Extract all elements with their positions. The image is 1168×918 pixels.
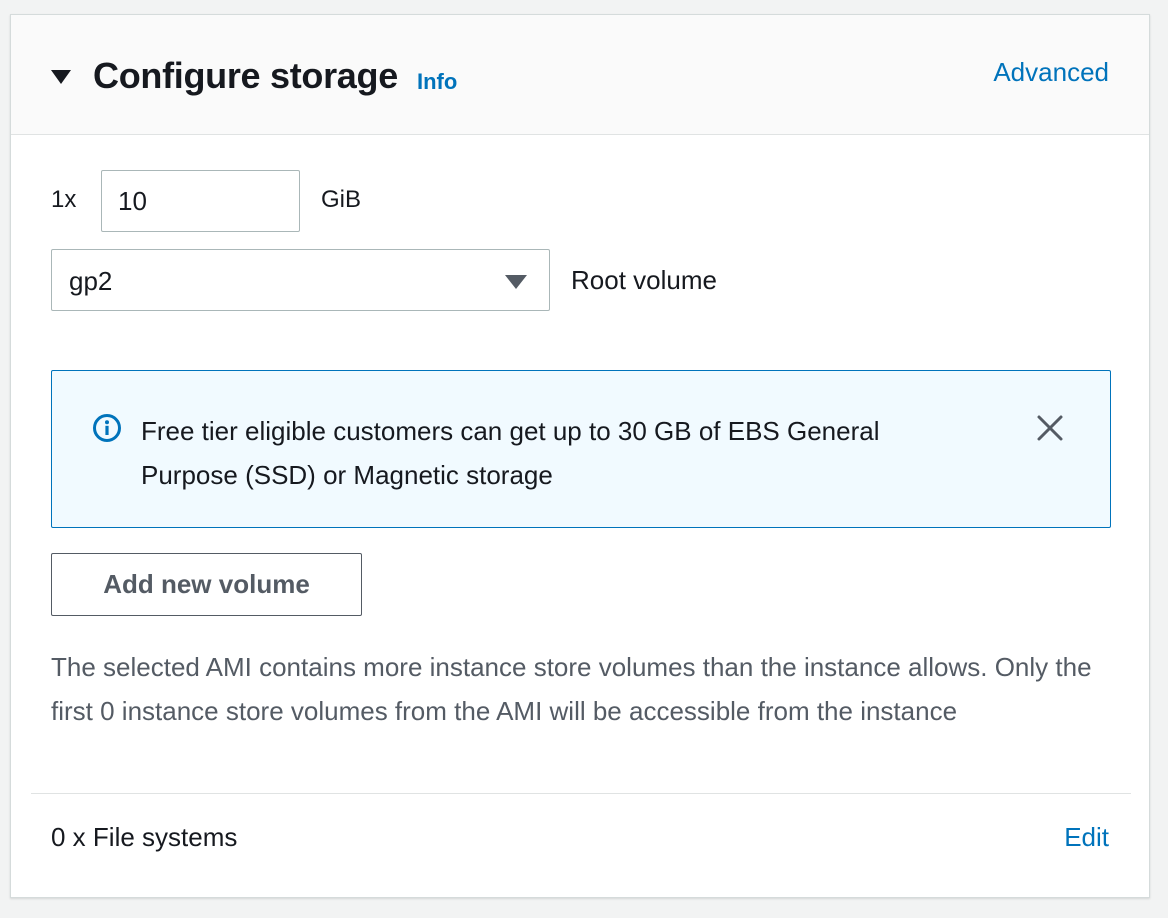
free-tier-alert: Free tier eligible customers can get up … xyxy=(51,370,1111,528)
panel-header: Configure storage Info Advanced xyxy=(11,15,1149,135)
file-systems-label: 0 x File systems xyxy=(51,822,238,852)
panel-title: Configure storage xyxy=(93,55,398,96)
info-circle-icon xyxy=(93,414,121,442)
volume-quantity-label: 1x xyxy=(51,186,77,213)
instance-store-note: The selected AMI contains more instance … xyxy=(51,652,1092,726)
info-link[interactable]: Info xyxy=(417,69,457,95)
chevron-down-icon xyxy=(505,275,527,289)
advanced-link[interactable]: Advanced xyxy=(993,57,1109,88)
configure-storage-panel: Configure storage Info Advanced 1x GiB g… xyxy=(10,14,1150,898)
alert-message: Free tier eligible customers can get up … xyxy=(141,416,880,490)
collapse-caret-icon[interactable] xyxy=(51,70,71,84)
root-volume-label: Root volume xyxy=(571,265,717,295)
add-new-volume-button[interactable]: Add new volume xyxy=(51,553,362,616)
close-icon[interactable] xyxy=(1036,414,1064,442)
divider xyxy=(31,793,1131,794)
edit-file-systems-link[interactable]: Edit xyxy=(1064,822,1109,853)
volume-unit-label: GiB xyxy=(321,186,362,213)
volume-size-input[interactable] xyxy=(101,170,300,232)
volume-type-value: gp2 xyxy=(69,266,113,296)
volume-type-select[interactable]: gp2 xyxy=(51,249,550,311)
